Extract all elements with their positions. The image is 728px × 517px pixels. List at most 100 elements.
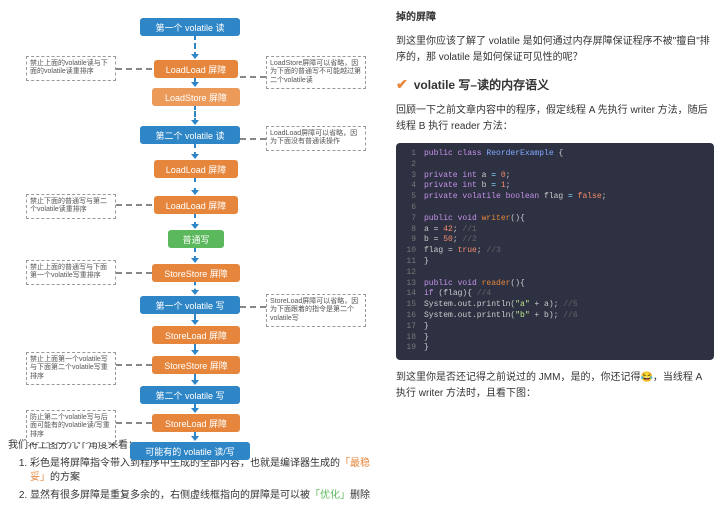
code-content: System.out.println("b" + b); //6 <box>424 311 578 322</box>
flow-arrow <box>194 246 196 262</box>
diagram-note: 禁止上面的普通写与下面第一个volatile写重排序 <box>26 260 116 285</box>
code-content: } <box>424 322 429 333</box>
flow-arrow <box>194 34 196 58</box>
line-number: 6 <box>400 203 416 214</box>
code-content: private volatile boolean flag = false; <box>424 192 606 203</box>
connector <box>240 76 266 78</box>
line-number: 12 <box>400 268 416 279</box>
code-content: } <box>424 333 429 344</box>
code-line: 12 <box>400 268 710 279</box>
code-content: a = 42; //1 <box>424 225 477 236</box>
diagram-node: 第二个 volatile 读 <box>140 126 240 144</box>
diagram-node: 可能有的 volatile 读/写 <box>130 442 250 460</box>
diagram-note: 禁止上面第一个volatile写与下面第二个volatile写重排序 <box>26 352 116 385</box>
connector <box>240 306 266 308</box>
line-number: 15 <box>400 300 416 311</box>
code-line: 18 } <box>400 333 710 344</box>
code-line: 11 } <box>400 257 710 268</box>
code-content <box>424 203 429 214</box>
code-line: 16 System.out.println("b" + b); //6 <box>400 311 710 322</box>
diagram-note: 防止第二个volatile写与后面可能有的volatile读/写重排序 <box>26 410 116 443</box>
line-number: 11 <box>400 257 416 268</box>
line-number: 14 <box>400 289 416 300</box>
diagram-node: LoadLoad 屏障 <box>154 160 238 178</box>
li2-highlight: 「优化」 <box>310 490 350 501</box>
line-number: 8 <box>400 225 416 236</box>
paragraph: 到这里你是否还记得之前说过的 JMM，是的，你还记得😂，当线程 A 执行 wri… <box>396 370 714 402</box>
diagram-node: 第一个 volatile 读 <box>140 18 240 36</box>
connector <box>116 364 152 366</box>
connector <box>116 272 152 274</box>
code-content: public void reader(){ <box>424 279 525 290</box>
line-number: 9 <box>400 235 416 246</box>
code-content: } <box>424 343 429 354</box>
code-line: 10 flag = true; //3 <box>400 246 710 257</box>
right-column: 掉的屏障 到这里你应该了解了 volatile 是如何通过内存屏障保证程序不被"… <box>382 0 728 517</box>
code-content: b = 50; //2 <box>424 235 477 246</box>
list-item: 显然有很多屏障是重复多余的，右侧虚线框指向的屏障是可以被「优化」删除 <box>30 489 374 503</box>
flow-arrow <box>194 212 196 228</box>
li1-text2: 的方案 <box>50 472 80 483</box>
diagram-note: 禁止下面的普通写与第二个volatile读重排序 <box>26 194 116 219</box>
heading-text: volatile 写–读的内存语义 <box>414 76 549 93</box>
code-content: public void writer(){ <box>424 214 525 225</box>
p3-text: 到这里你是否还记得之前说过的 JMM，是的，你还记得 <box>396 372 640 383</box>
diagram-node: LoadLoad 屏障 <box>154 196 238 214</box>
diagram-node: 普通写 <box>168 230 224 248</box>
paragraph: 回顾一下之前文章内容中的程序，假定线程 A 先执行 writer 方法，随后线程… <box>396 103 714 135</box>
diagram-node: LoadStore 屏障 <box>152 88 240 106</box>
line-number: 16 <box>400 311 416 322</box>
fragment-heading: 掉的屏障 <box>396 10 714 26</box>
flow-arrow <box>194 176 196 194</box>
section-heading: ✔ volatile 写–读的内存语义 <box>396 76 714 93</box>
line-number: 2 <box>400 160 416 171</box>
code-line: 4 private int b = 1; <box>400 181 710 192</box>
line-number: 18 <box>400 333 416 344</box>
code-block: 1public class ReorderExample {2 3 privat… <box>396 143 714 360</box>
line-number: 1 <box>400 149 416 160</box>
code-line: 15 System.out.println("a" + a); //5 <box>400 300 710 311</box>
flow-diagram: 第一个 volatile 读 LoadLoad 屏障 LoadStore 屏障第二个… <box>8 10 368 430</box>
code-line: 13 public void reader(){ <box>400 279 710 290</box>
observations-list: 彩色是将屏障指令带入到程序中生成的全部内容，也就是编译器生成的「最稳妥」的方案 … <box>30 457 374 503</box>
code-line: 17 } <box>400 322 710 333</box>
code-content: if (flag){ //4 <box>424 289 491 300</box>
diagram-note: LoadLoad屏障可以省略，因为下面没有普通读操作 <box>266 126 366 151</box>
code-content: private int a = 0; <box>424 171 510 182</box>
code-line: 7 public void writer(){ <box>400 214 710 225</box>
connector <box>116 204 152 206</box>
diagram-note: LoadStore屏障可以省略，因为下面的普通写不可能越过第二个volatile… <box>266 56 366 89</box>
line-number: 19 <box>400 343 416 354</box>
code-content: private int b = 1; <box>424 181 510 192</box>
line-number: 3 <box>400 171 416 182</box>
code-line: 9 b = 50; //2 <box>400 235 710 246</box>
code-line: 14 if (flag){ //4 <box>400 289 710 300</box>
flow-arrow <box>194 280 196 294</box>
code-line: 1public class ReorderExample { <box>400 149 710 160</box>
connector <box>116 68 152 70</box>
connector <box>240 138 266 140</box>
connector <box>116 422 152 424</box>
diagram-node: 第二个 volatile 写 <box>140 386 240 404</box>
li2-text: 显然有很多屏障是重复多余的，右侧虚线框指向的屏障是可以被 <box>30 490 310 501</box>
paragraph: 到这里你应该了解了 volatile 是如何通过内存屏障保证程序不被"擅自"排序… <box>396 34 714 66</box>
line-number: 10 <box>400 246 416 257</box>
code-line: 3 private int a = 0; <box>400 171 710 182</box>
diagram-node: LoadLoad 屏障 <box>154 60 238 78</box>
code-content <box>424 268 429 279</box>
code-line: 8 a = 42; //1 <box>400 225 710 236</box>
code-line: 5 private volatile boolean flag = false; <box>400 192 710 203</box>
diagram-node: StoreStore 屏障 <box>152 264 240 282</box>
diagram-node: StoreLoad 屏障 <box>152 414 240 432</box>
check-icon: ✔ <box>396 76 408 93</box>
li2-text2: 删除 <box>350 490 370 501</box>
code-line: 19} <box>400 343 710 354</box>
diagram-note: 禁止上面的volatile读与下面的volatile读重排序 <box>26 56 116 81</box>
flow-arrow <box>194 142 196 158</box>
code-content: flag = true; //3 <box>424 246 501 257</box>
line-number: 13 <box>400 279 416 290</box>
code-line: 2 <box>400 160 710 171</box>
laugh-emoji: 😂 <box>640 370 652 386</box>
code-line: 6 <box>400 203 710 214</box>
list-item: 彩色是将屏障指令带入到程序中生成的全部内容，也就是编译器生成的「最稳妥」的方案 <box>30 457 374 485</box>
